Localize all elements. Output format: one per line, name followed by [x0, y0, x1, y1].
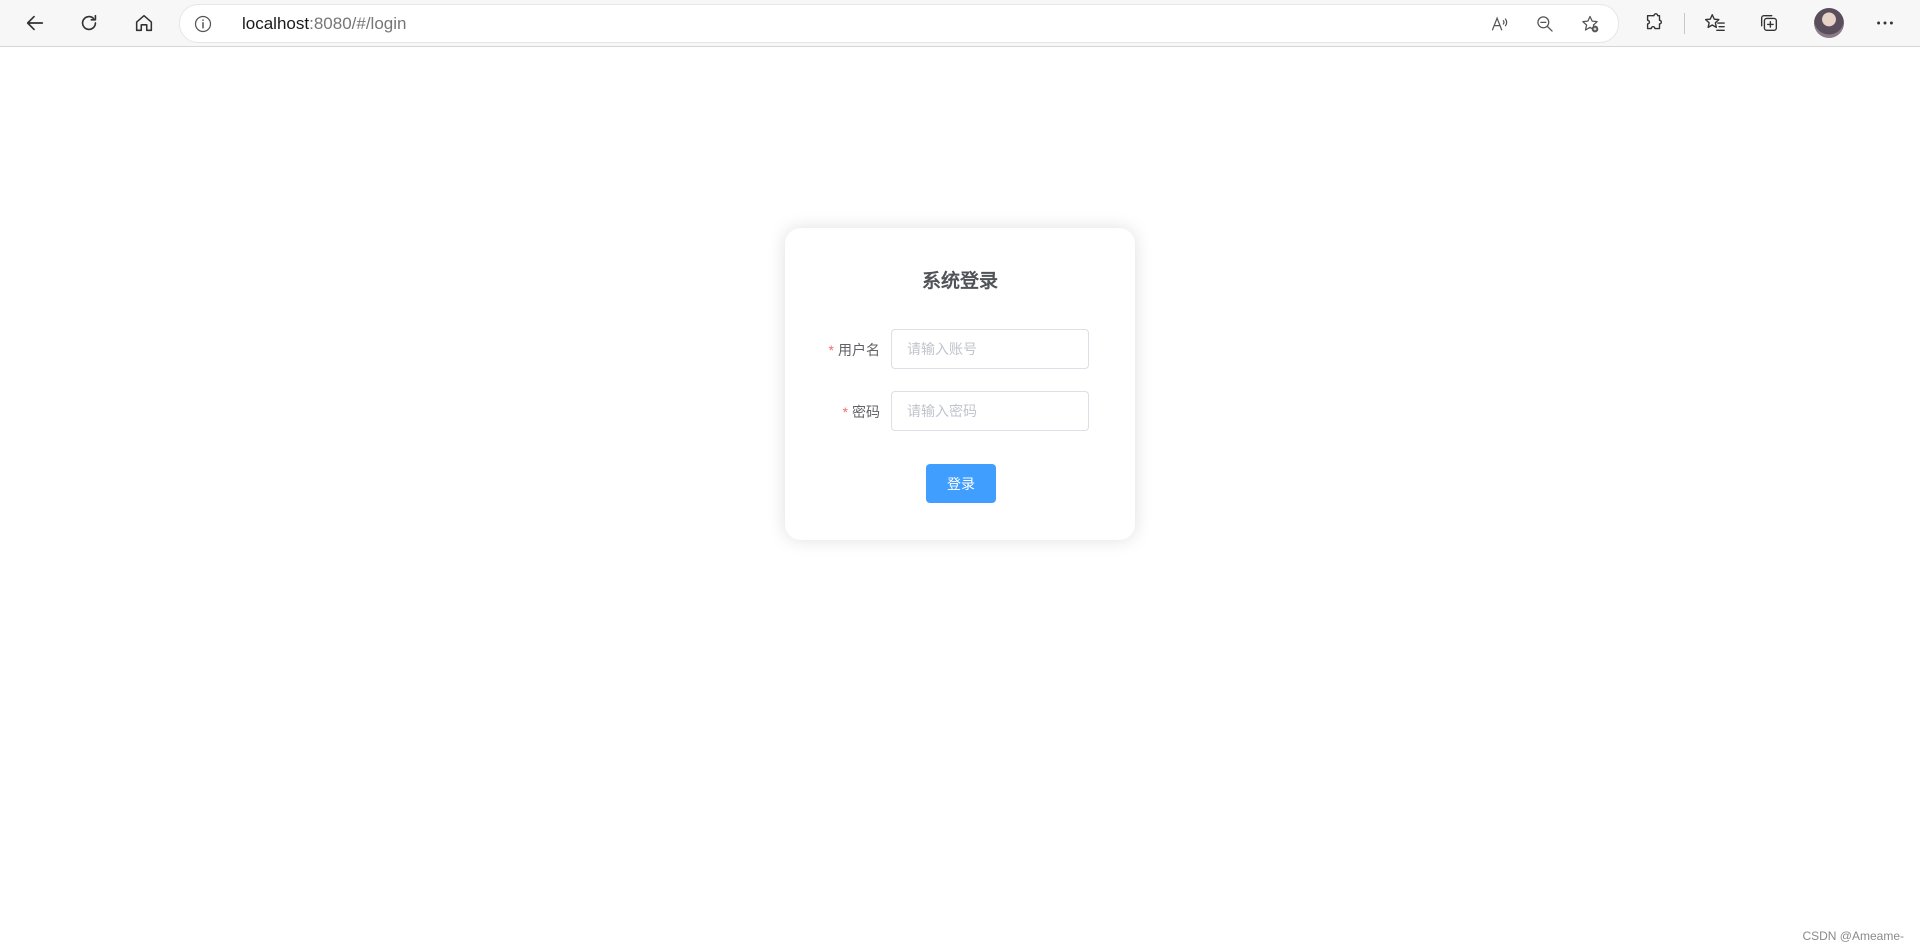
extensions-button[interactable] [1635, 4, 1673, 42]
url-host: localhost [242, 14, 310, 33]
back-button[interactable] [16, 4, 54, 42]
avatar[interactable] [1814, 8, 1844, 38]
more-icon [1877, 21, 1893, 25]
url-path: :8080/#/login [309, 14, 407, 33]
collections-button[interactable] [1750, 4, 1788, 42]
info-icon [194, 15, 212, 33]
favorites-icon [1704, 14, 1725, 32]
read-aloud-button[interactable] [1487, 11, 1513, 37]
more-button[interactable] [1866, 4, 1904, 42]
password-row: * 密码 [785, 391, 1135, 431]
read-aloud-icon [1491, 16, 1508, 31]
home-icon [135, 14, 153, 32]
zoom-out-icon [1537, 16, 1553, 32]
username-label: * 用户名 [829, 340, 880, 360]
add-favorite-icon [1582, 15, 1599, 33]
password-input[interactable] [891, 391, 1089, 431]
username-row: * 用户名 [785, 329, 1135, 369]
site-info-button[interactable] [192, 13, 214, 35]
add-favorite-button[interactable] [1577, 11, 1603, 37]
url-text[interactable]: localhost:8080/#/login [242, 14, 406, 34]
favorites-button[interactable] [1696, 4, 1734, 42]
password-label: * 密码 [843, 402, 880, 422]
back-icon [26, 15, 44, 31]
login-title: 系统登录 [921, 271, 998, 292]
username-input[interactable] [891, 329, 1089, 369]
zoom-out-button[interactable] [1532, 11, 1558, 37]
extensions-icon [1646, 13, 1662, 30]
toolbar-divider [1684, 13, 1685, 34]
browser-toolbar: localhost:8080/#/login [0, 0, 1920, 47]
required-mark: * [828, 342, 834, 358]
login-button[interactable]: 登录 [926, 464, 996, 503]
required-mark: * [842, 404, 848, 420]
username-label-text: 用户名 [838, 342, 880, 358]
refresh-button[interactable] [70, 4, 108, 42]
refresh-icon [81, 14, 97, 31]
collections-icon [1760, 14, 1778, 32]
home-button[interactable] [125, 4, 163, 42]
address-bar[interactable]: localhost:8080/#/login [180, 5, 1618, 42]
login-card: 系统登录 *用户名 *密码 登录 [785, 228, 1135, 540]
password-label-text: 密码 [852, 404, 880, 420]
watermark: CSDN @Ameame- [1802, 929, 1904, 943]
